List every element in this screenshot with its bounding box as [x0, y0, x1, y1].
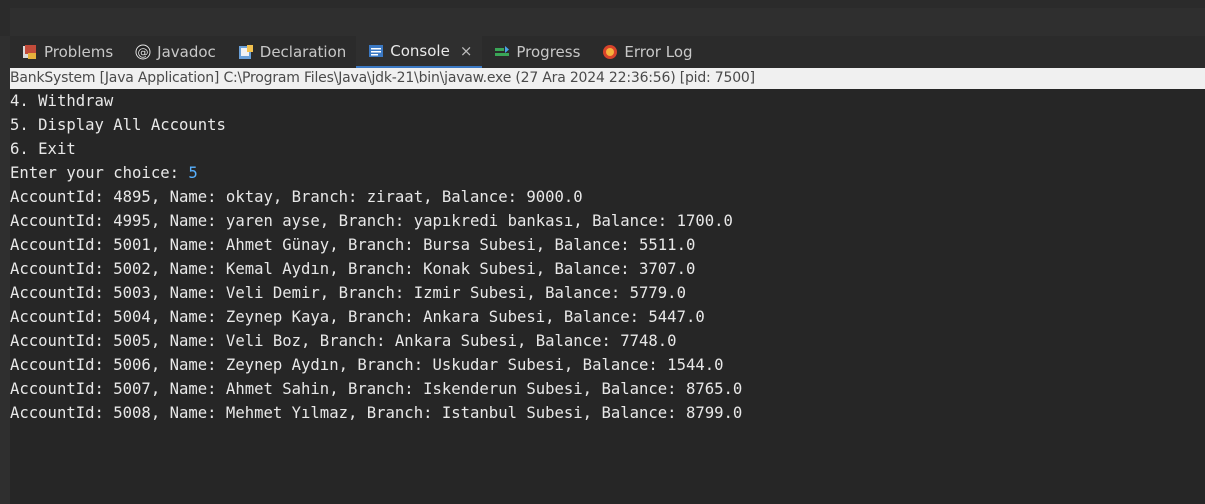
javadoc-icon: @: [135, 44, 151, 60]
eclipse-console-view: Problems @ Javadoc Declaration Console ×…: [0, 0, 1205, 504]
console-line: AccountId: 5006, Name: Zeynep Aydın, Bra…: [10, 356, 724, 374]
console-icon: [368, 43, 384, 59]
launch-info: BankSystem [Java Application] C:\Program…: [10, 68, 1205, 89]
close-icon[interactable]: ×: [460, 42, 473, 60]
console-prompt-line: Enter your choice: 5: [10, 161, 1205, 185]
tab-javadoc[interactable]: @ Javadoc: [123, 36, 226, 68]
problems-icon: [22, 44, 38, 60]
console-line: AccountId: 5007, Name: Ahmet Sahin, Bran…: [10, 380, 743, 398]
user-input: 5: [188, 164, 198, 182]
tab-console[interactable]: Console ×: [356, 36, 483, 68]
tab-declaration[interactable]: Declaration: [226, 36, 356, 68]
tab-label: Problems: [44, 43, 114, 61]
console-line: 4. Withdraw: [10, 92, 114, 110]
tab-label: Declaration: [259, 43, 347, 61]
error-log-icon: [602, 44, 618, 60]
console-line: AccountId: 5002, Name: Kemal Aydın, Bran…: [10, 260, 696, 278]
declaration-icon: [238, 44, 254, 60]
view-tab-bar: Problems @ Javadoc Declaration Console ×…: [10, 36, 1205, 68]
progress-icon: [494, 44, 510, 60]
svg-text:@: @: [138, 46, 149, 59]
tab-error-log[interactable]: Error Log: [590, 36, 702, 68]
console-line: AccountId: 4995, Name: yaren ayse, Branc…: [10, 212, 733, 230]
tab-problems[interactable]: Problems: [10, 36, 123, 68]
console-line: AccountId: 5001, Name: Ahmet Günay, Bran…: [10, 236, 696, 254]
editor-area-edge: [0, 0, 1205, 36]
console-line: AccountId: 5008, Name: Mehmet Yılmaz, Br…: [10, 404, 743, 422]
tab-label: Progress: [516, 43, 581, 61]
tab-progress[interactable]: Progress: [482, 36, 590, 68]
console-line: 5. Display All Accounts: [10, 116, 226, 134]
console-line: 6. Exit: [10, 140, 76, 158]
prompt-text: Enter your choice:: [10, 164, 189, 182]
console-line: AccountId: 5004, Name: Zeynep Kaya, Bran…: [10, 308, 705, 326]
console-line: AccountId: 4895, Name: oktay, Branch: zi…: [10, 188, 583, 206]
tab-label: Error Log: [624, 43, 693, 61]
tab-label: Javadoc: [157, 43, 216, 61]
left-gutter: [0, 36, 10, 504]
console-line: AccountId: 5005, Name: Veli Boz, Branch:…: [10, 332, 677, 350]
tab-label: Console: [390, 42, 450, 60]
console-output[interactable]: 4. Withdraw 5. Display All Accounts 6. E…: [10, 89, 1205, 504]
console-line: AccountId: 5003, Name: Veli Demir, Branc…: [10, 284, 686, 302]
